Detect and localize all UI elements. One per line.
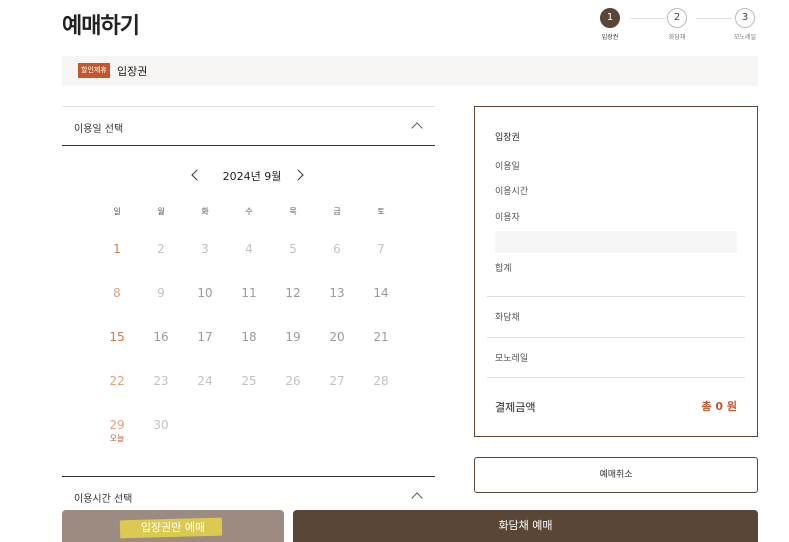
divider bbox=[487, 296, 745, 297]
calendar-day[interactable]: 30 bbox=[146, 418, 176, 432]
step-label: 화담채 bbox=[668, 34, 686, 41]
weekday-label: 수 bbox=[245, 207, 253, 216]
time-section-title: 이용시간 선택 bbox=[74, 494, 133, 505]
hwadamchae-booking-button[interactable]: 화담채 예매 bbox=[293, 510, 758, 542]
weekday-label: 화 bbox=[201, 207, 209, 216]
weekday-label: 금 bbox=[333, 207, 341, 216]
calendar-day[interactable]: 19 bbox=[278, 330, 308, 344]
calendar-day-today[interactable]: 29 오늘 bbox=[102, 418, 132, 444]
weekday-label: 월 bbox=[157, 207, 165, 216]
ticket-name: 입장권 bbox=[117, 65, 148, 78]
calendar-day[interactable]: 10 bbox=[190, 286, 220, 300]
weekday-label: 목 bbox=[289, 207, 297, 216]
calendar-day[interactable]: 14 bbox=[366, 286, 396, 300]
calendar-day[interactable]: 26 bbox=[278, 374, 308, 388]
calendar-day[interactable]: 8 bbox=[102, 286, 132, 300]
calendar-day[interactable]: 28 bbox=[366, 374, 396, 388]
step-1: 1 입장권 bbox=[590, 8, 630, 41]
calendar-day[interactable]: 24 bbox=[190, 374, 220, 388]
step-number: 1 bbox=[600, 8, 620, 28]
ticket-only-booking-button[interactable]: 입장권만 예매 bbox=[62, 510, 284, 542]
calendar-day[interactable]: 27 bbox=[322, 374, 352, 388]
calendar-day[interactable]: 11 bbox=[234, 286, 264, 300]
summary-hwadamchae-label: 화담채 bbox=[495, 313, 520, 323]
date-section-title: 이용일 선택 bbox=[74, 124, 124, 135]
calendar-day[interactable]: 18 bbox=[234, 330, 264, 344]
divider bbox=[487, 337, 745, 338]
summary-monorail-label: 모노레일 bbox=[495, 354, 529, 364]
calendar-nav: 2024년 9월 bbox=[62, 166, 435, 186]
calendar-day[interactable]: 25 bbox=[234, 374, 264, 388]
calendar-day[interactable]: 5 bbox=[278, 242, 308, 256]
progress-steps: 1 입장권 2 화담채 3 모노레일 bbox=[598, 8, 768, 44]
summary-date-label: 이용일 bbox=[495, 162, 520, 172]
calendar-day[interactable]: 12 bbox=[278, 286, 308, 300]
calendar-day[interactable]: 16 bbox=[146, 330, 176, 344]
calendar-day[interactable]: 1 bbox=[102, 242, 132, 256]
chevron-up-icon bbox=[411, 122, 423, 134]
chevron-right-icon[interactable] bbox=[292, 169, 304, 181]
step-label: 입장권 bbox=[601, 34, 619, 41]
calendar-month: 2024년 9월 bbox=[222, 170, 282, 183]
summary-user-box bbox=[495, 231, 737, 253]
calendar-day[interactable]: 7 bbox=[366, 242, 396, 256]
step-3: 3 모노레일 bbox=[725, 8, 765, 41]
weekday-label: 일 bbox=[113, 207, 121, 216]
discount-badge: 할인제휴 bbox=[78, 63, 110, 78]
calendar-day[interactable]: 9 bbox=[146, 286, 176, 300]
summary-total-label: 합계 bbox=[495, 264, 512, 274]
calendar-day[interactable]: 23 bbox=[146, 374, 176, 388]
summary-user-label: 이용자 bbox=[495, 213, 520, 223]
calendar-day[interactable]: 6 bbox=[322, 242, 352, 256]
weekday-label: 토 bbox=[377, 207, 385, 216]
booking-summary-panel: 입장권 이용일 이용시간 이용자 합계 화담채 모노레일 결제금액 총 0 원 bbox=[474, 106, 758, 437]
calendar-day[interactable]: 2 bbox=[146, 242, 176, 256]
step-2: 2 화담채 bbox=[657, 8, 697, 41]
chevron-up-icon bbox=[411, 492, 423, 504]
calendar-day[interactable]: 21 bbox=[366, 330, 396, 344]
payment-value: 총 0 원 bbox=[701, 400, 737, 413]
payment-label: 결제금액 bbox=[495, 401, 536, 414]
summary-title: 입장권 bbox=[495, 133, 520, 143]
calendar-day[interactable]: 4 bbox=[234, 242, 264, 256]
calendar-day-number: 29 bbox=[109, 418, 125, 432]
page-title: 예매하기 bbox=[62, 14, 140, 39]
summary-time-label: 이용시간 bbox=[495, 187, 529, 197]
calendar-day[interactable]: 22 bbox=[102, 374, 132, 388]
selected-ticket-bar: 할인제휴 입장권 bbox=[62, 56, 758, 86]
date-section-header[interactable]: 이용일 선택 bbox=[62, 106, 435, 146]
divider bbox=[487, 377, 745, 378]
calendar-day[interactable]: 13 bbox=[322, 286, 352, 300]
ticket-only-booking-label: 입장권만 예매 bbox=[140, 521, 206, 534]
cancel-booking-button[interactable]: 예매취소 bbox=[474, 457, 758, 493]
step-number: 2 bbox=[667, 8, 687, 28]
calendar-day[interactable]: 3 bbox=[190, 242, 220, 256]
step-number: 3 bbox=[735, 8, 755, 28]
calendar-day[interactable]: 17 bbox=[190, 330, 220, 344]
step-label: 모노레일 bbox=[733, 34, 757, 41]
calendar-day[interactable]: 15 bbox=[102, 330, 132, 344]
today-label: 오늘 bbox=[109, 434, 125, 443]
calendar-day[interactable]: 20 bbox=[322, 330, 352, 344]
chevron-left-icon[interactable] bbox=[191, 169, 203, 181]
